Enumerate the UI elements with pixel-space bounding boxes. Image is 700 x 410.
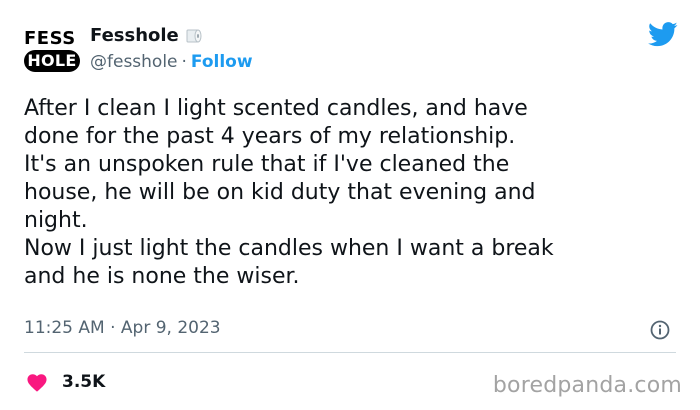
follow-button[interactable]: Follow <box>191 52 253 72</box>
tweet-text: After I clean I light scented candles, a… <box>24 96 554 289</box>
handle-row: @fesshole · Follow <box>90 52 253 72</box>
avatar[interactable]: FESS HOLE <box>24 24 80 80</box>
author-name-row: Fesshole <box>90 25 203 46</box>
twitter-bird-icon[interactable] <box>648 22 678 47</box>
heart-icon <box>27 374 47 392</box>
handle-separator: · <box>181 52 187 72</box>
avatar-text-top: FESS <box>24 28 76 49</box>
tweet-meta: 11:25 AM · Apr 9, 2023 <box>24 318 221 338</box>
info-icon[interactable] <box>650 320 670 340</box>
avatar-text-bottom: HOLE <box>24 50 80 72</box>
meta-separator: · <box>110 318 116 338</box>
handle[interactable]: @fesshole <box>90 52 178 72</box>
divider <box>24 352 676 353</box>
display-name[interactable]: Fesshole <box>90 25 179 46</box>
like-count: 3.5K <box>62 372 106 392</box>
watermark: boredpanda.com <box>492 373 682 398</box>
like-button[interactable]: 3.5K <box>26 372 105 392</box>
toilet-paper-icon <box>186 29 202 42</box>
tweet-date[interactable]: Apr 9, 2023 <box>121 318 221 338</box>
tweet-time[interactable]: 11:25 AM <box>24 318 105 338</box>
